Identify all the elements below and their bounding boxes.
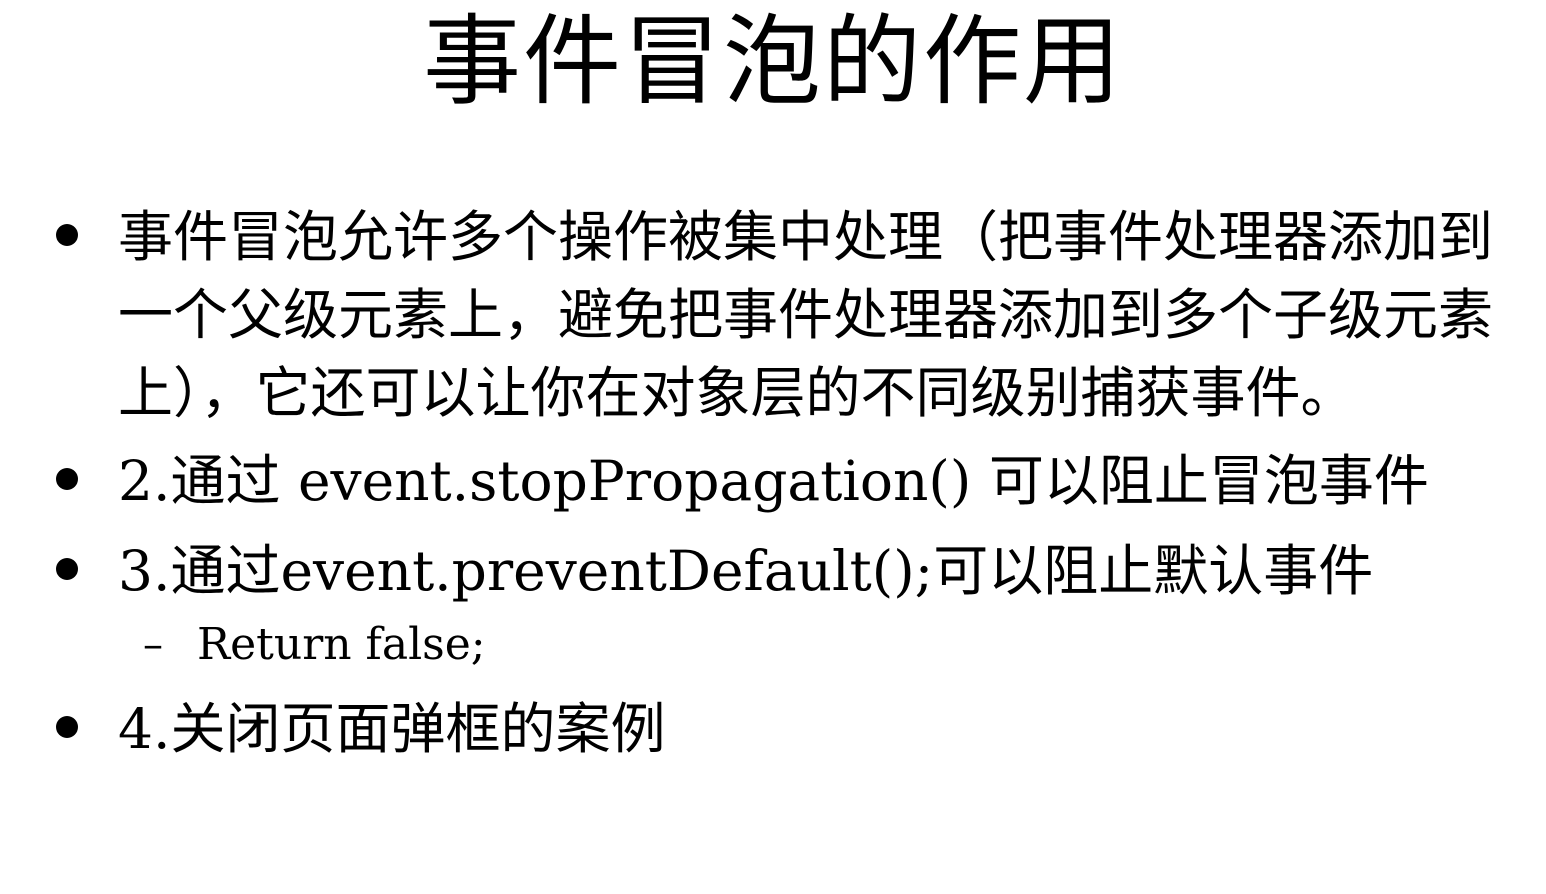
bullet-dot-icon (56, 716, 78, 738)
sub-bullet-text: Return false; (197, 619, 486, 670)
bullet-text: 3.通过event.preventDefault();可以阻止默认事件 (118, 539, 1374, 603)
sub-bullet-dash: – (143, 622, 163, 668)
bullet-dot-icon (56, 558, 78, 580)
slide-title: 事件冒泡的作用 (422, 5, 1123, 119)
bullet-dot-icon (56, 224, 78, 246)
bullet-text: 2.通过 event.stopPropagation() 可以阻止冒泡事件 (118, 449, 1429, 513)
slide: 事件冒泡的作用 事件冒泡允许多个操作被集中处理（把事件处理器添加到一个父级元素上… (0, 0, 1546, 894)
bullet-dot-icon (56, 468, 78, 490)
bullet-text: 事件冒泡允许多个操作被集中处理（把事件处理器添加到一个父级元素上，避免把事件处理… (118, 205, 1494, 425)
bullet-text: 4.关闭页面弹框的案例 (118, 697, 666, 761)
